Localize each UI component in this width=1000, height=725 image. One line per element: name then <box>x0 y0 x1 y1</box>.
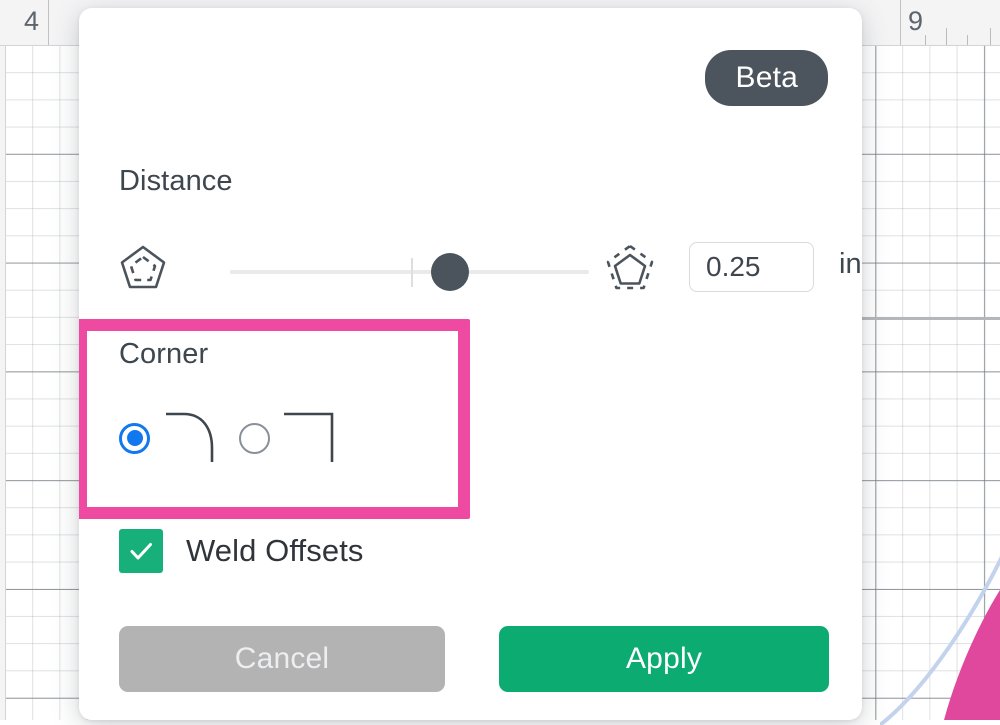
dialog-footer: Cancel Apply <box>119 626 829 692</box>
slider-track[interactable] <box>230 270 589 274</box>
distance-input[interactable] <box>689 242 814 292</box>
ruler-label-4: 4 <box>24 6 40 36</box>
weld-offsets-label: Weld Offsets <box>186 533 364 568</box>
apply-button[interactable]: Apply <box>499 626 829 692</box>
corner-option-sharp[interactable] <box>239 408 350 468</box>
radio-sharp-corner[interactable] <box>239 422 270 454</box>
ruler-tick-major <box>900 0 901 45</box>
ruler-tick-mid <box>990 28 991 45</box>
weld-offsets-row[interactable]: Weld Offsets <box>119 529 364 573</box>
weld-offsets-checkbox[interactable] <box>119 529 163 573</box>
rounded-corner-icon <box>158 408 230 468</box>
sharp-corner-icon <box>278 408 350 468</box>
distance-section-title: Distance <box>119 165 233 197</box>
ruler-tick-major <box>48 0 49 45</box>
corner-option-rounded[interactable] <box>119 408 230 468</box>
slider-thumb[interactable] <box>431 253 469 291</box>
beta-badge: Beta <box>705 50 828 106</box>
pentagon-large-offset-icon[interactable] <box>606 244 654 291</box>
distance-controls-row: in <box>119 230 862 302</box>
distance-unit-label: in <box>839 248 862 280</box>
corner-options-group <box>119 408 419 478</box>
ruler-vertical <box>0 0 6 720</box>
canvas-artwork-shape <box>938 580 1000 720</box>
ruler-tick-minor <box>925 35 926 45</box>
corner-section-title: Corner <box>119 338 209 370</box>
offset-dialog: Beta Distance in Corner <box>79 8 862 720</box>
pentagon-small-offset-icon[interactable] <box>119 244 167 291</box>
cancel-button[interactable]: Cancel <box>119 626 445 692</box>
slider-center-tick <box>411 258 413 287</box>
ruler-label-9: 9 <box>908 6 924 36</box>
ruler-tick-minor <box>967 35 968 45</box>
check-icon <box>130 543 152 560</box>
canvas-artwork-line <box>862 317 1000 320</box>
distance-slider[interactable] <box>230 252 600 292</box>
ruler-tick-mid <box>946 28 947 45</box>
radio-rounded-corner[interactable] <box>119 422 150 454</box>
